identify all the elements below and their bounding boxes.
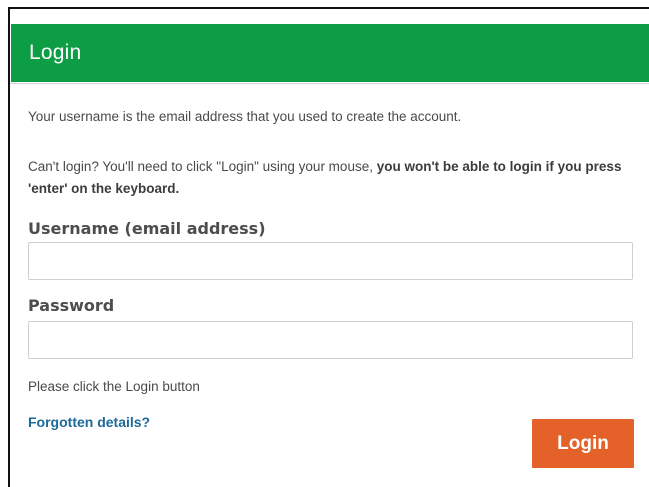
username-info-text: Your username is the email address that … <box>28 109 462 124</box>
panel-title: Login <box>29 41 82 64</box>
password-label: Password <box>28 296 115 315</box>
username-label: Username (email address) <box>28 219 266 238</box>
panel-header: Login <box>11 24 649 82</box>
login-warning-prefix: Can't login? You'll need to click "Login… <box>28 159 377 174</box>
login-warning-text: Can't login? You'll need to click "Login… <box>28 156 628 200</box>
login-panel: Login Your username is the email address… <box>8 7 649 487</box>
username-input[interactable] <box>28 242 633 280</box>
login-button[interactable]: Login <box>532 419 634 468</box>
forgotten-details-link[interactable]: Forgotten details? <box>28 414 150 430</box>
login-hint-text: Please click the Login button <box>28 379 200 394</box>
password-input[interactable] <box>28 321 633 359</box>
header-divider <box>10 83 649 84</box>
